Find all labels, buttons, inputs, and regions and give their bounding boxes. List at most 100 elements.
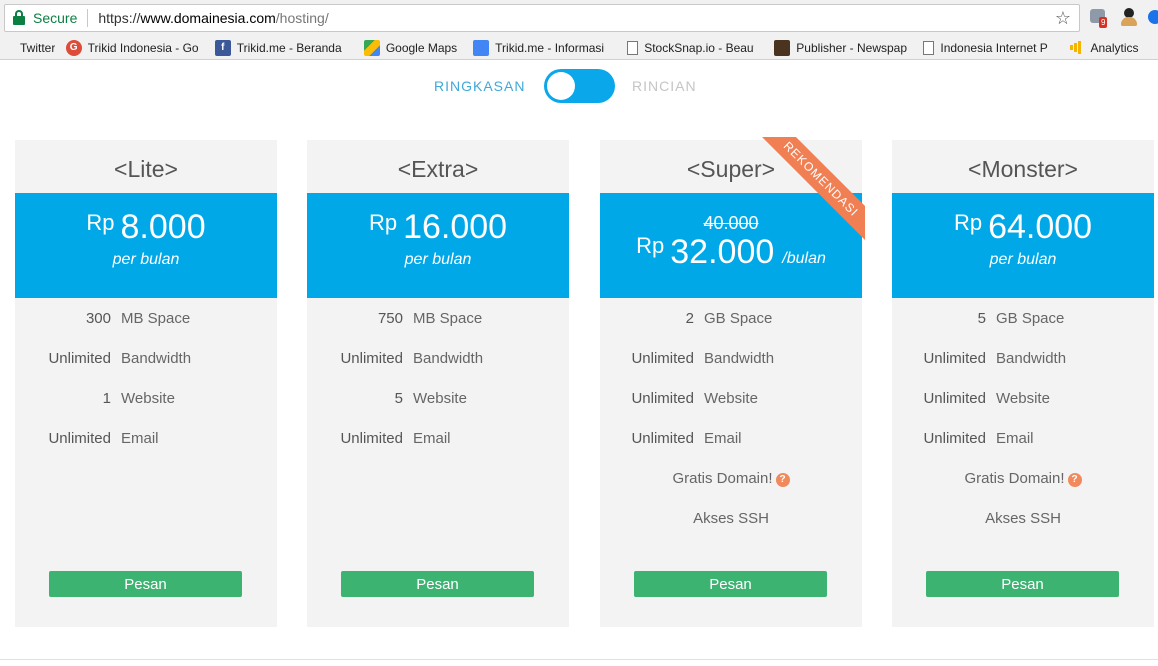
price-period: per bulan bbox=[404, 251, 472, 268]
feature-row: 2 GB Space bbox=[600, 310, 862, 350]
extension-badge: 9 bbox=[1099, 17, 1108, 28]
feature-label: GB Space bbox=[996, 310, 1065, 327]
bookmark-google-maps[interactable]: Google Maps bbox=[363, 39, 463, 56]
bookmark-label: Trikid.me - Informasi bbox=[495, 40, 605, 55]
bookmark-label: Google Maps bbox=[385, 40, 458, 55]
feature-label: Website bbox=[413, 390, 467, 407]
currency: Rp bbox=[86, 210, 115, 235]
bookmark-label: Indonesia Internet P bbox=[940, 40, 1048, 55]
feature-row: 5 Website bbox=[307, 390, 569, 430]
google-plus-icon: G bbox=[65, 39, 82, 56]
price-box: Rp 16.000 per bulan bbox=[307, 193, 569, 298]
browser-toolbar: Secure https://www.domainesia.com/hostin… bbox=[0, 0, 1158, 36]
feature-ssh: Akses SSH bbox=[892, 510, 1154, 550]
facebook-icon: f bbox=[214, 39, 231, 56]
feature-list: 5 GB Space Unlimited Bandwidth Unlimited We… bbox=[892, 310, 1154, 550]
bookmark-stocksnap[interactable]: StockSnap.io - Beaut bbox=[627, 40, 764, 55]
feature-label: Bandwidth bbox=[413, 350, 484, 367]
currency: Rp bbox=[636, 233, 665, 258]
publisher-icon bbox=[774, 39, 791, 56]
url-text[interactable]: https://www.domainesia.com/hosting/ bbox=[98, 10, 328, 26]
bookmark-label: Analytics bbox=[1090, 40, 1139, 55]
analytics-icon bbox=[1068, 40, 1084, 56]
google-maps-icon bbox=[363, 39, 380, 56]
bookmark-analytics[interactable]: Analytics bbox=[1068, 40, 1147, 56]
feature-label: Bandwidth bbox=[704, 350, 775, 367]
address-bar[interactable]: Secure https://www.domainesia.com/hostin… bbox=[4, 4, 1080, 32]
price-amount: 16.000 bbox=[403, 208, 508, 246]
feature-label: MB Space bbox=[121, 310, 191, 327]
google-my-business-icon bbox=[473, 39, 490, 56]
plan-card-extra: <Extra> Rp 16.000 per bulan 750 MB Space U… bbox=[307, 140, 569, 627]
toggle-label-ringkasan[interactable]: RINGKASAN bbox=[434, 78, 525, 94]
feature-label: GB Space bbox=[704, 310, 773, 327]
bookmark-label: Twitter bbox=[20, 40, 56, 55]
feature-value: Unlimited bbox=[923, 390, 986, 407]
feature-label: Email bbox=[121, 430, 159, 447]
feature-label: Akses SSH bbox=[985, 510, 1061, 527]
feature-row: 300 MB Space bbox=[15, 310, 277, 350]
feature-row: Unlimited Email bbox=[15, 430, 277, 470]
price-period: /bulan bbox=[782, 250, 826, 267]
feature-value: Unlimited bbox=[923, 430, 986, 447]
summary-detail-switch[interactable] bbox=[544, 69, 615, 103]
plan-card-lite: <Lite> Rp 8.000 per bulan 300 MB Space Unl… bbox=[15, 140, 277, 627]
price-amount: 64.000 bbox=[988, 208, 1093, 246]
bookmark-trikid-informasi[interactable]: Trikid.me - Informasi bbox=[473, 39, 617, 56]
price-amount: 8.000 bbox=[120, 208, 206, 246]
profile-avatar-icon[interactable] bbox=[1118, 6, 1140, 28]
feature-label: Email bbox=[413, 430, 451, 447]
recommended-ribbon: REKOMENDASI bbox=[757, 137, 865, 245]
feature-value: Unlimited bbox=[340, 350, 403, 367]
feature-label: Gratis Domain! bbox=[672, 470, 773, 487]
toggle-label-rincian[interactable]: RINCIAN bbox=[632, 78, 697, 94]
bookmark-trikid-indonesia[interactable]: G Trikid Indonesia - Go bbox=[65, 39, 205, 56]
feature-list: 2 GB Space Unlimited Bandwidth Unlimited We… bbox=[600, 310, 862, 550]
feature-value: Unlimited bbox=[631, 390, 694, 407]
bookmark-twitter[interactable]: Twitter bbox=[4, 40, 56, 56]
url-path: /hosting/ bbox=[275, 10, 329, 26]
help-icon[interactable]: ? bbox=[1067, 473, 1082, 487]
extension-puzzle-icon[interactable]: 9 bbox=[1088, 6, 1110, 28]
feature-label: Website bbox=[704, 390, 758, 407]
feature-label: MB Space bbox=[413, 310, 483, 327]
lock-icon bbox=[13, 10, 27, 26]
currency: Rp bbox=[368, 210, 398, 235]
feature-label: Akses SSH bbox=[693, 510, 769, 527]
order-button-extra[interactable]: Pesan bbox=[341, 571, 534, 597]
plan-card-super: <Super> 40.000 Rp 32.000/bulan REKOMENDAS… bbox=[600, 137, 865, 627]
page-icon bbox=[627, 40, 639, 55]
feature-value: Unlimited bbox=[340, 430, 403, 447]
twitter-icon bbox=[4, 40, 14, 56]
bookmark-indonesia-internet[interactable]: Indonesia Internet P bbox=[923, 40, 1058, 55]
order-button-lite[interactable]: Pesan bbox=[49, 571, 242, 597]
bookmark-star-icon[interactable]: ☆ bbox=[1055, 8, 1071, 29]
bookmark-label: StockSnap.io - Beaut bbox=[644, 40, 755, 55]
url-host: www.domainesia.com bbox=[140, 10, 276, 26]
feature-value: 5 bbox=[977, 310, 986, 327]
price-box: Rp 64.000 per bulan bbox=[892, 193, 1154, 298]
order-button-monster[interactable]: Pesan bbox=[926, 571, 1119, 597]
bookmark-label: Publisher - Newspap bbox=[796, 40, 908, 55]
feature-row: Unlimited Website bbox=[600, 390, 862, 430]
plan-title: <Extra> bbox=[397, 156, 479, 182]
extension-blue-icon[interactable] bbox=[1148, 6, 1158, 28]
feature-value: Unlimited bbox=[631, 350, 694, 367]
address-divider bbox=[87, 9, 89, 27]
order-button-super[interactable]: Pesan bbox=[634, 571, 827, 597]
price-period: per bulan bbox=[989, 251, 1057, 268]
feature-value: 750 bbox=[377, 310, 403, 327]
feature-free-domain: Gratis Domain!? bbox=[892, 470, 1154, 510]
bookmark-trikid-beranda[interactable]: f Trikid.me - Beranda bbox=[214, 39, 354, 56]
bookmark-publisher[interactable]: Publisher - Newspap bbox=[774, 39, 913, 56]
bookmark-label: Trikid.me - Beranda bbox=[236, 40, 342, 55]
price-box: Rp 8.000 per bulan bbox=[15, 193, 277, 298]
feature-value: 5 bbox=[394, 390, 403, 407]
feature-row: Unlimited Bandwidth bbox=[307, 350, 569, 390]
help-icon[interactable]: ? bbox=[775, 473, 790, 487]
feature-row: 5 GB Space bbox=[892, 310, 1154, 350]
feature-label: Email bbox=[996, 430, 1034, 447]
feature-row: Unlimited Email bbox=[892, 430, 1154, 470]
feature-value: Unlimited bbox=[923, 350, 986, 367]
plan-title: <Monster> bbox=[968, 156, 1078, 182]
